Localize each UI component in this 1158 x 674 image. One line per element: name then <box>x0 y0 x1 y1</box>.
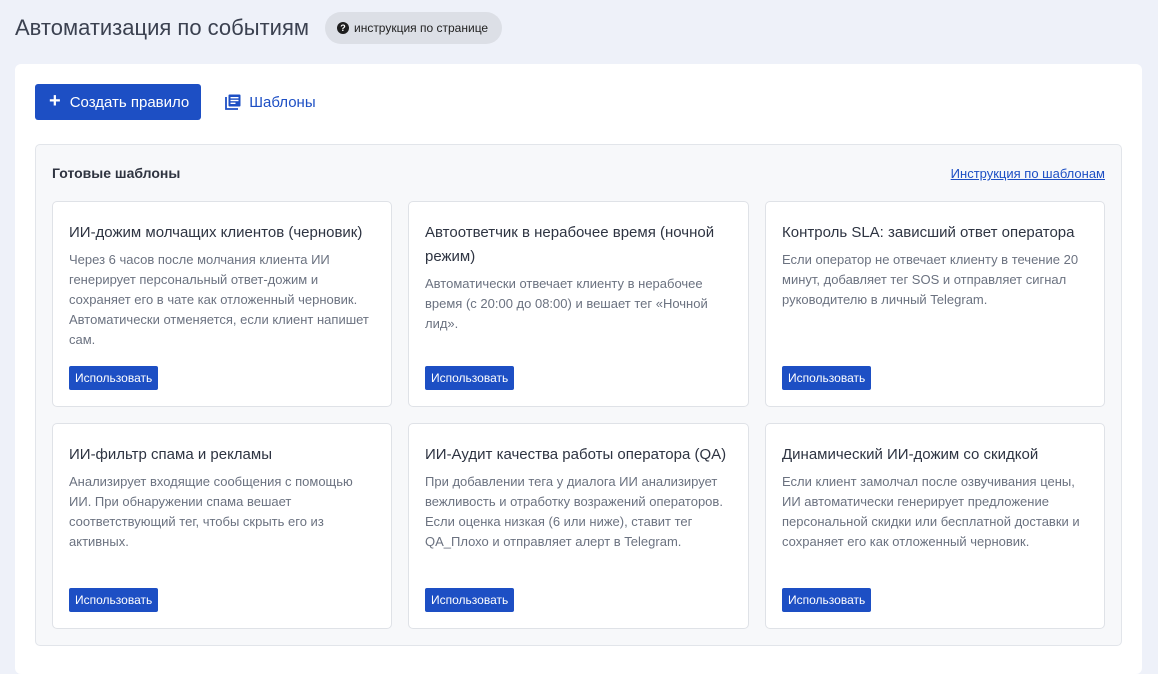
template-card-description: Если оператор не отвечает клиенту в тече… <box>782 252 1079 307</box>
templates-help-link[interactable]: Инструкция по шаблонам <box>951 166 1105 181</box>
template-card-title: Контроль SLA: зависший ответ оператора <box>782 224 1075 241</box>
use-template-button[interactable]: Использовать <box>425 588 515 612</box>
template-card-description: При добавлении тега у диалога ИИ анализи… <box>425 474 723 549</box>
template-card: ИИ-Аудит качества работы оператора (QA) … <box>408 423 749 629</box>
templates-link[interactable]: Шаблоны <box>225 93 316 111</box>
use-template-button[interactable]: Использовать <box>782 366 872 390</box>
template-card: Динамический ИИ-дожим со скидкой Если кл… <box>765 423 1105 629</box>
library-books-icon <box>225 94 241 110</box>
template-card-description: Анализирует входящие сообщения с помощью… <box>69 474 353 549</box>
templates-title: Готовые шаблоны <box>52 165 181 181</box>
toolbar: + Создать правило Шаблоны <box>35 84 316 120</box>
template-card-description: Через 6 часов после молчания клиента ИИ … <box>69 252 369 347</box>
page-header: Автоматизация по событиям ? инструкция п… <box>15 12 503 44</box>
templates-section: Готовые шаблоны Инструкция по шаблонам И… <box>35 144 1122 646</box>
question-circle-icon: ? <box>336 22 349 34</box>
templates-link-label: Шаблоны <box>249 93 316 111</box>
template-card-description: Если клиент замолчал после озвучивания ц… <box>782 474 1080 549</box>
template-card: ИИ-дожим молчащих клиентов (черновик) Че… <box>52 201 392 407</box>
use-template-button[interactable]: Использовать <box>69 588 159 612</box>
templates-grid: ИИ-дожим молчащих клиентов (черновик) Че… <box>52 201 1105 629</box>
template-card-title: Автоответчик в нерабочее время (ночной р… <box>425 224 715 265</box>
template-card: Автоответчик в нерабочее время (ночной р… <box>408 201 749 407</box>
page-help-button[interactable]: ? инструкция по странице <box>324 12 503 44</box>
use-template-button[interactable]: Использовать <box>782 588 872 612</box>
template-card-title: ИИ-Аудит качества работы оператора (QA) <box>425 446 727 463</box>
use-template-button[interactable]: Использовать <box>425 366 515 390</box>
template-card-title: Динамический ИИ-дожим со скидкой <box>782 446 1039 463</box>
page-title: Автоматизация по событиям <box>15 15 309 40</box>
plus-icon: + <box>49 90 61 112</box>
template-card-title: ИИ-дожим молчащих клиентов (черновик) <box>69 224 363 241</box>
create-rule-button[interactable]: + Создать правило <box>35 84 202 120</box>
template-card: Контроль SLA: зависший ответ оператора Е… <box>765 201 1105 407</box>
page-help-label: инструкция по странице <box>353 21 489 35</box>
template-card: ИИ-фильтр спама и рекламы Анализирует вх… <box>52 423 392 629</box>
template-card-description: Автоматически отвечает клиенту в нерабоч… <box>425 276 708 331</box>
create-rule-label: Создать правило <box>69 93 190 111</box>
template-card-title: ИИ-фильтр спама и рекламы <box>69 446 272 463</box>
use-template-button[interactable]: Использовать <box>69 366 159 390</box>
main-panel: + Создать правило Шаблоны Готовые шаблон… <box>15 64 1142 674</box>
